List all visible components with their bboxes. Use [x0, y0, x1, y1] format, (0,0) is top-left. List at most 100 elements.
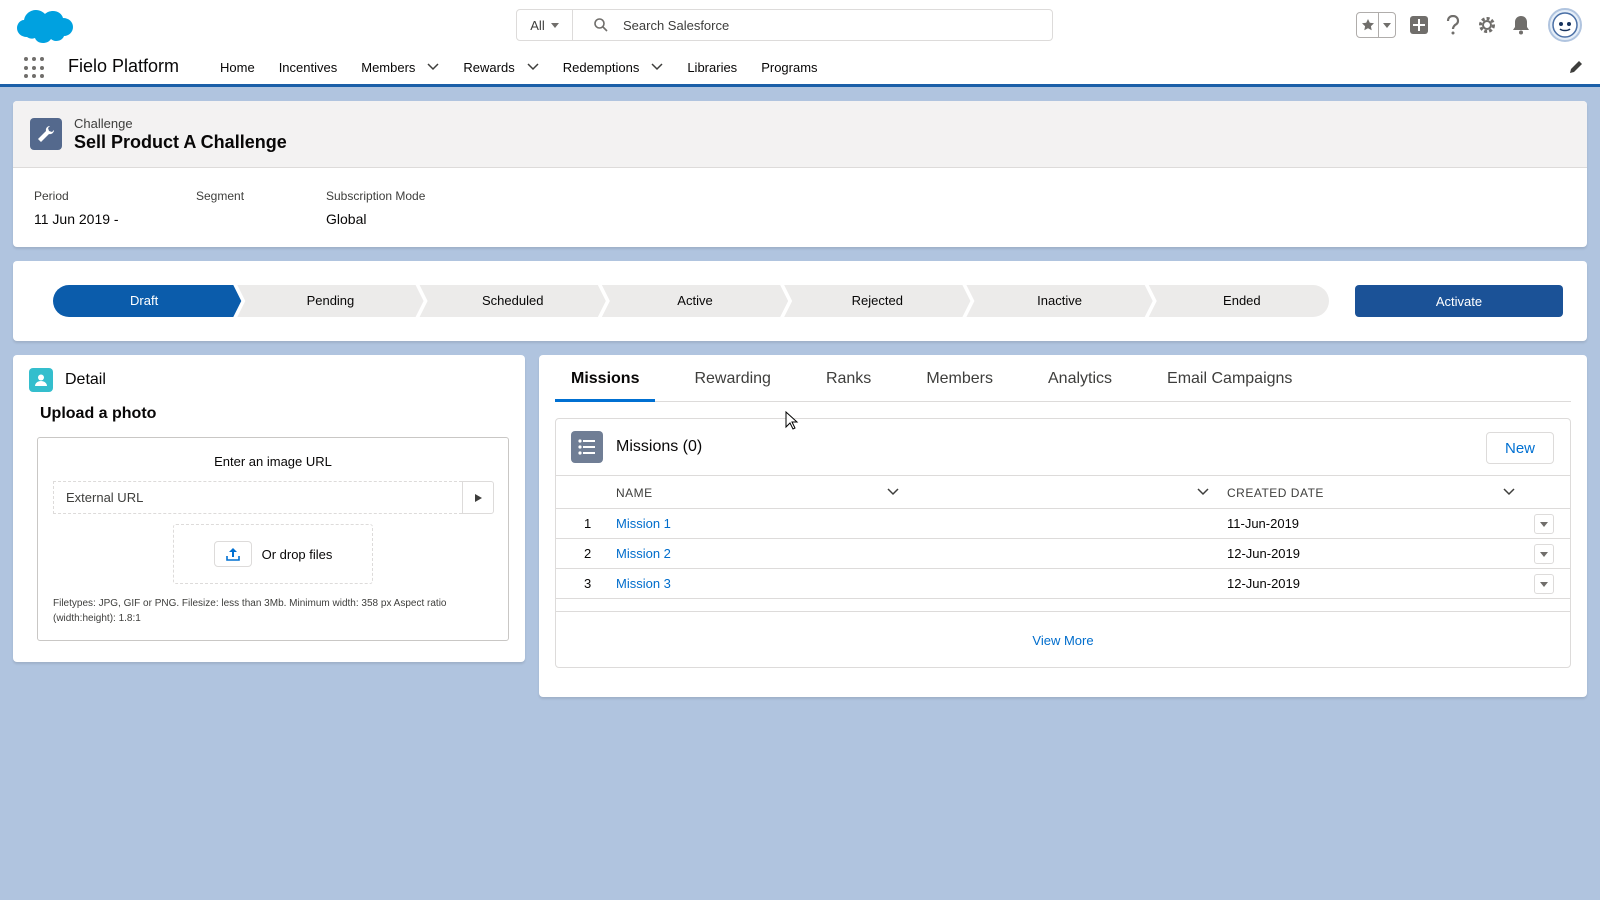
row-actions-button[interactable] [1534, 514, 1554, 534]
mouse-cursor-icon [785, 411, 799, 430]
new-mission-button[interactable]: New [1486, 432, 1554, 464]
notifications-button[interactable] [1510, 14, 1532, 36]
user-avatar[interactable] [1548, 8, 1582, 42]
column-name-header[interactable]: NAME [616, 486, 653, 500]
url-submit-button[interactable] [462, 481, 494, 514]
tab-bar: Missions Rewarding Ranks Members Analytics Em… [555, 355, 1571, 402]
app-launcher-icon[interactable] [24, 57, 46, 79]
drop-files-label: Or drop files [261, 546, 333, 562]
caret-down-icon [550, 22, 559, 28]
path-stage-draft[interactable]: Draft [53, 285, 242, 317]
related-list-header: Missions (0) New [556, 419, 1570, 476]
nav-item-incentives[interactable]: Incentives [279, 50, 338, 84]
search-input[interactable] [623, 17, 1023, 33]
chevron-down-icon[interactable] [1503, 488, 1515, 496]
row-number: 1 [584, 516, 592, 531]
mission-name-link[interactable]: Mission 3 [616, 576, 671, 591]
url-row [53, 481, 494, 514]
row-actions-button[interactable] [1534, 574, 1554, 594]
record-header: Challenge Sell Product A Challenge Perio… [13, 101, 1587, 247]
created-date: 11-Jun-2019 [1227, 516, 1300, 531]
chevron-down-icon[interactable] [651, 63, 663, 71]
path-stage-rejected[interactable]: Rejected [784, 285, 971, 317]
path-stage-label: Scheduled [482, 293, 543, 308]
chevron-down-icon[interactable] [1197, 488, 1209, 496]
gear-icon [1479, 17, 1495, 33]
salesforce-logo[interactable] [15, 5, 75, 47]
contact-icon [29, 368, 53, 392]
path-stage-inactive[interactable]: Inactive [966, 285, 1153, 317]
table-body: 1 Mission 1 11-Jun-2019 2 Mission 2 12-Jun-20… [556, 509, 1570, 599]
caret-down-icon [1540, 521, 1548, 527]
detail-title: Detail [65, 371, 106, 388]
tab-analytics[interactable]: Analytics [1032, 355, 1128, 402]
record-type: Challenge [74, 116, 133, 131]
caret-down-icon [1383, 22, 1391, 28]
challenge-wrench-icon [30, 118, 62, 150]
path-stage-active[interactable]: Active [601, 285, 789, 317]
nav-item-members[interactable]: Members [361, 50, 439, 84]
path-stage-label: Rejected [852, 293, 903, 308]
table-header: NAME CREATED DATE [556, 476, 1570, 509]
chevron-down-icon[interactable] [427, 63, 439, 71]
path-stage-scheduled[interactable]: Scheduled [419, 285, 606, 317]
search-scope-button[interactable]: All [517, 10, 573, 40]
nav-item-label: Libraries [687, 59, 738, 75]
nav-item-label: Incentives [278, 59, 338, 75]
favorites-button[interactable] [1357, 13, 1379, 37]
edit-nav-pencil-icon[interactable] [1568, 59, 1584, 75]
created-date: 12-Jun-2019 [1227, 576, 1300, 591]
field-value: Global [326, 211, 367, 227]
star-icon [1361, 19, 1374, 31]
nav-item-redemptions[interactable]: Redemptions [563, 50, 664, 84]
activate-button[interactable]: Activate [1355, 285, 1563, 317]
nav-items: Home Incentives Members Rewards Redemptions L… [220, 50, 842, 84]
enter-url-label: Enter an image URL [214, 454, 332, 469]
related-tabs-card: Missions Rewarding Ranks Members Analytics Em… [539, 355, 1587, 697]
nav-item-home[interactable]: Home [220, 50, 255, 84]
column-created-date-header[interactable]: CREATED DATE [1227, 486, 1324, 500]
chevron-down-icon[interactable] [527, 63, 539, 71]
row-actions-button[interactable] [1534, 544, 1554, 564]
field-period: Period 11 Jun 2019 - [34, 189, 196, 227]
favorites-menu-button[interactable] [1379, 13, 1395, 37]
highlight-fields: Period 11 Jun 2019 - Segment Subscriptio… [34, 189, 526, 227]
mission-name-link[interactable]: Mission 2 [616, 546, 671, 561]
nav-item-label: Home [220, 59, 255, 75]
add-icon [1410, 16, 1428, 34]
field-subscription-mode: Subscription Mode Global [326, 189, 526, 227]
path-stage-ended[interactable]: Ended [1148, 285, 1329, 317]
help-button[interactable] [1442, 14, 1464, 36]
field-value: 11 Jun 2019 - [34, 211, 119, 227]
bell-icon [1513, 16, 1529, 35]
view-more-link[interactable]: View More [556, 633, 1570, 648]
field-segment: Segment [196, 189, 326, 227]
path-stage-label: Ended [1223, 293, 1261, 308]
astro-avatar-icon [1552, 12, 1578, 38]
global-actions-button[interactable] [1408, 14, 1430, 36]
upload-box: Enter an image URL Or drop files Filetyp… [37, 437, 509, 641]
tab-missions[interactable]: Missions [555, 355, 656, 402]
table-row: 1 Mission 1 11-Jun-2019 [556, 509, 1570, 539]
nav-item-programs[interactable]: Programs [761, 50, 817, 84]
setup-button[interactable] [1476, 14, 1498, 36]
external-url-input[interactable] [53, 481, 462, 514]
path-stage-pending[interactable]: Pending [237, 285, 424, 317]
file-drop-zone[interactable]: Or drop files [173, 524, 373, 584]
nav-item-libraries[interactable]: Libraries [687, 50, 737, 84]
nav-item-label: Members [361, 59, 416, 75]
path-stage-label: Draft [130, 293, 159, 308]
upload-files-button[interactable] [213, 541, 252, 567]
upload-title: Upload a photo [40, 405, 157, 422]
mission-name-link[interactable]: Mission 1 [616, 516, 671, 531]
tab-ranks[interactable]: Ranks [810, 355, 887, 402]
table-row: 2 Mission 2 12-Jun-2019 [556, 539, 1570, 569]
status-path: Draft Pending Scheduled Active Rejected Inact… [53, 285, 1329, 317]
tab-email-campaigns[interactable]: Email Campaigns [1151, 355, 1308, 402]
tab-members[interactable]: Members [910, 355, 1009, 402]
chevron-down-icon[interactable] [887, 488, 899, 496]
upload-icon [225, 548, 240, 561]
tab-rewarding[interactable]: Rewarding [678, 355, 786, 402]
nav-item-rewards[interactable]: Rewards [463, 50, 539, 84]
path-stage-label: Inactive [1037, 293, 1082, 308]
